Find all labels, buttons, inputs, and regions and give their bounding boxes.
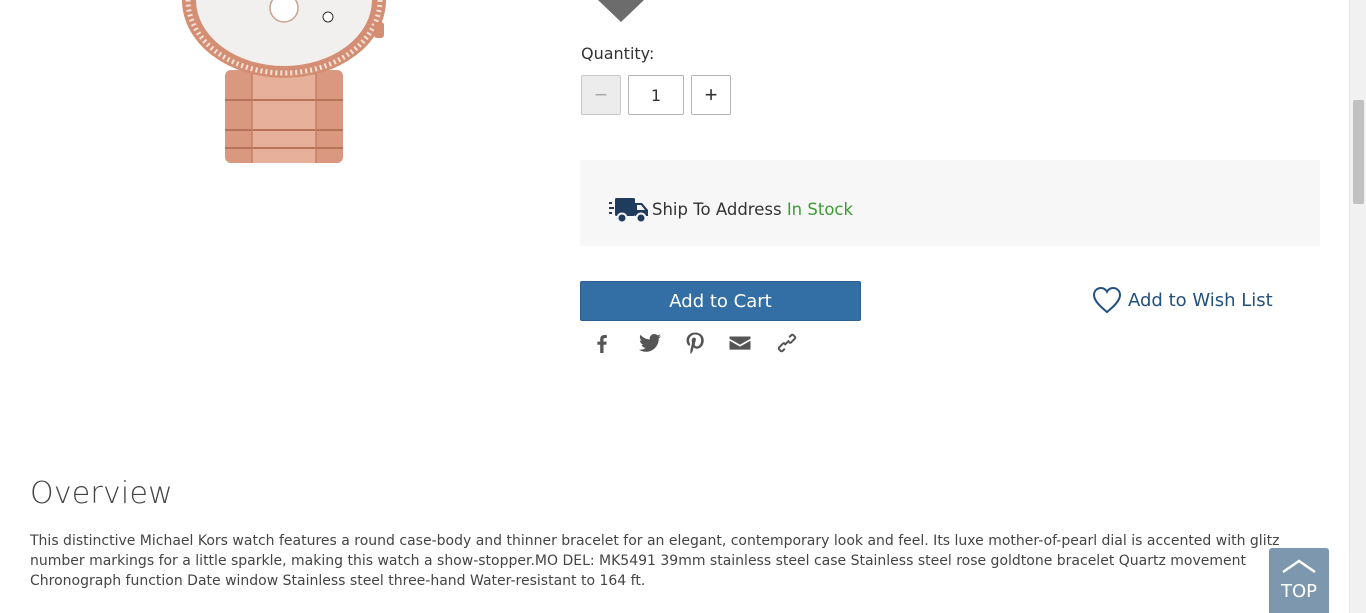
shipping-status-text: Ship To Address In Stock — [652, 200, 853, 219]
stock-status: In Stock — [786, 200, 854, 219]
email-icon[interactable] — [727, 330, 753, 356]
chevron-up-icon — [1282, 559, 1316, 574]
overview-heading: Overview — [30, 476, 173, 511]
add-to-wish-list-button[interactable]: Add to Wish List — [1092, 285, 1273, 315]
back-to-top-label: TOP — [1280, 581, 1318, 602]
quantity-decrease-button[interactable]: − — [581, 75, 621, 115]
back-to-top-button[interactable]: TOP — [1269, 548, 1329, 613]
overview-description: This distinctive Michael Kors watch feat… — [30, 533, 1280, 589]
truck-icon — [609, 196, 649, 224]
quantity-label: Quantity: — [581, 44, 655, 63]
product-image[interactable] — [180, 0, 390, 165]
quantity-input[interactable] — [628, 75, 684, 115]
facebook-icon[interactable] — [589, 330, 615, 356]
shipping-availability-panel: Ship To Address In Stock — [580, 160, 1320, 246]
wish-list-label: Add to Wish List — [1128, 289, 1273, 311]
add-to-cart-button[interactable]: Add to Cart — [580, 281, 861, 321]
pinterest-icon[interactable] — [682, 330, 708, 356]
quantity-increase-button[interactable]: + — [691, 75, 731, 115]
twitter-icon[interactable] — [637, 330, 663, 356]
scrollbar-thumb[interactable] — [1353, 100, 1364, 204]
option-dropdown-caret[interactable] — [598, 0, 644, 24]
shipping-method-label: Ship To Address — [652, 200, 782, 219]
vertical-scrollbar[interactable] — [1349, 0, 1366, 613]
link-icon[interactable] — [774, 330, 800, 356]
heart-icon — [1092, 286, 1122, 314]
